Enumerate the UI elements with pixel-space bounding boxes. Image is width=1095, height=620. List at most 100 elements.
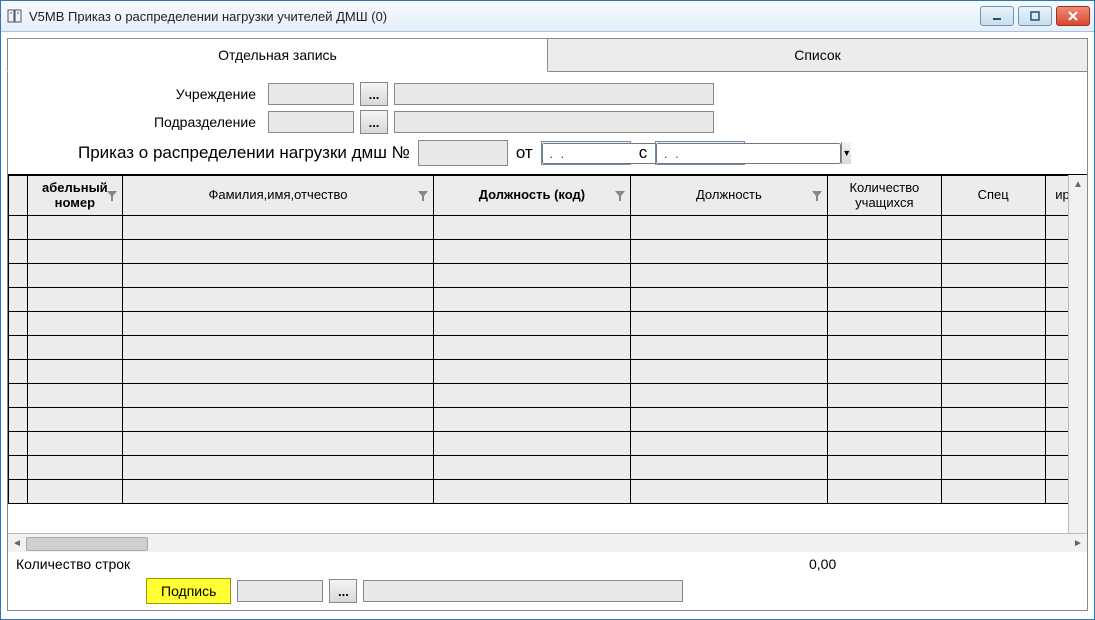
table-cell[interactable] <box>941 480 1045 504</box>
vertical-scrollbar[interactable]: ▲ <box>1068 175 1087 533</box>
table-row[interactable] <box>9 384 1087 408</box>
table-row[interactable] <box>9 336 1087 360</box>
table-cell[interactable] <box>630 264 827 288</box>
table-cell[interactable] <box>9 480 28 504</box>
filter-icon[interactable] <box>613 189 627 203</box>
table-cell[interactable] <box>9 360 28 384</box>
organization-browse-button[interactable]: ... <box>360 82 388 106</box>
table-cell[interactable] <box>27 288 122 312</box>
table-cell[interactable] <box>123 408 434 432</box>
table-cell[interactable] <box>433 240 630 264</box>
table-cell[interactable] <box>27 480 122 504</box>
table-cell[interactable] <box>123 360 434 384</box>
table-cell[interactable] <box>123 456 434 480</box>
table-cell[interactable] <box>941 336 1045 360</box>
grid[interactable]: абельный номер Фамилия,имя,отчество <box>8 175 1087 504</box>
table-cell[interactable] <box>27 432 122 456</box>
table-cell[interactable] <box>630 408 827 432</box>
table-cell[interactable] <box>827 480 941 504</box>
table-cell[interactable] <box>630 288 827 312</box>
table-cell[interactable] <box>941 360 1045 384</box>
table-cell[interactable] <box>941 456 1045 480</box>
department-browse-button[interactable]: ... <box>360 110 388 134</box>
table-cell[interactable] <box>433 432 630 456</box>
filter-icon[interactable] <box>810 189 824 203</box>
filter-icon[interactable] <box>416 189 430 203</box>
table-row[interactable] <box>9 456 1087 480</box>
table-cell[interactable] <box>630 480 827 504</box>
table-cell[interactable] <box>827 240 941 264</box>
table-row[interactable] <box>9 312 1087 336</box>
table-cell[interactable] <box>827 456 941 480</box>
table-cell[interactable] <box>433 360 630 384</box>
table-cell[interactable] <box>941 264 1045 288</box>
dropdown-icon[interactable]: ▼ <box>841 142 851 164</box>
table-cell[interactable] <box>827 336 941 360</box>
table-cell[interactable] <box>827 312 941 336</box>
department-text[interactable] <box>394 111 714 133</box>
signature-text[interactable] <box>363 580 683 602</box>
scroll-left-icon[interactable]: ◄ <box>8 534 26 552</box>
table-cell[interactable] <box>827 432 941 456</box>
table-cell[interactable] <box>9 240 28 264</box>
close-button[interactable] <box>1056 6 1090 26</box>
order-since-date[interactable]: ▼ <box>655 141 745 165</box>
table-cell[interactable] <box>27 240 122 264</box>
table-cell[interactable] <box>9 216 28 240</box>
table-cell[interactable] <box>827 264 941 288</box>
table-cell[interactable] <box>123 216 434 240</box>
table-cell[interactable] <box>433 456 630 480</box>
table-cell[interactable] <box>9 264 28 288</box>
table-cell[interactable] <box>123 384 434 408</box>
table-cell[interactable] <box>630 312 827 336</box>
table-cell[interactable] <box>433 408 630 432</box>
table-cell[interactable] <box>9 456 28 480</box>
tab-single-record[interactable]: Отдельная запись <box>7 38 548 72</box>
table-cell[interactable] <box>941 312 1045 336</box>
table-row[interactable] <box>9 480 1087 504</box>
table-cell[interactable] <box>123 432 434 456</box>
table-row[interactable] <box>9 288 1087 312</box>
table-cell[interactable] <box>123 264 434 288</box>
table-cell[interactable] <box>941 432 1045 456</box>
signature-combo[interactable]: ▼ <box>237 580 323 602</box>
table-cell[interactable] <box>27 384 122 408</box>
order-since-date-input[interactable] <box>656 143 841 164</box>
table-cell[interactable] <box>630 384 827 408</box>
table-cell[interactable] <box>630 432 827 456</box>
table-cell[interactable] <box>827 384 941 408</box>
scroll-track[interactable] <box>26 536 1069 550</box>
table-cell[interactable] <box>827 360 941 384</box>
organization-combo[interactable]: ▼ <box>268 83 354 105</box>
table-cell[interactable] <box>27 216 122 240</box>
scroll-right-icon[interactable]: ► <box>1069 534 1087 552</box>
table-cell[interactable] <box>630 336 827 360</box>
department-text-input[interactable] <box>395 112 713 132</box>
table-cell[interactable] <box>433 288 630 312</box>
table-cell[interactable] <box>123 288 434 312</box>
table-cell[interactable] <box>630 216 827 240</box>
col-fio[interactable]: Фамилия,имя,отчество <box>123 176 434 216</box>
scroll-up-icon[interactable]: ▲ <box>1073 175 1083 193</box>
table-cell[interactable] <box>27 312 122 336</box>
table-cell[interactable] <box>433 384 630 408</box>
table-cell[interactable] <box>27 408 122 432</box>
signature-button[interactable]: Подпись <box>146 578 231 604</box>
table-cell[interactable] <box>9 288 28 312</box>
table-cell[interactable] <box>941 216 1045 240</box>
table-row[interactable] <box>9 408 1087 432</box>
col-students[interactable]: Количество учащихся <box>827 176 941 216</box>
table-cell[interactable] <box>630 456 827 480</box>
table-cell[interactable] <box>827 408 941 432</box>
table-cell[interactable] <box>9 312 28 336</box>
table-row[interactable] <box>9 360 1087 384</box>
maximize-button[interactable] <box>1018 6 1052 26</box>
table-cell[interactable] <box>433 336 630 360</box>
table-cell[interactable] <box>9 336 28 360</box>
table-cell[interactable] <box>27 456 122 480</box>
table-cell[interactable] <box>827 216 941 240</box>
col-post-code[interactable]: Должность (код) <box>433 176 630 216</box>
table-row[interactable] <box>9 432 1087 456</box>
table-cell[interactable] <box>9 432 28 456</box>
organization-text-input[interactable] <box>395 84 713 104</box>
